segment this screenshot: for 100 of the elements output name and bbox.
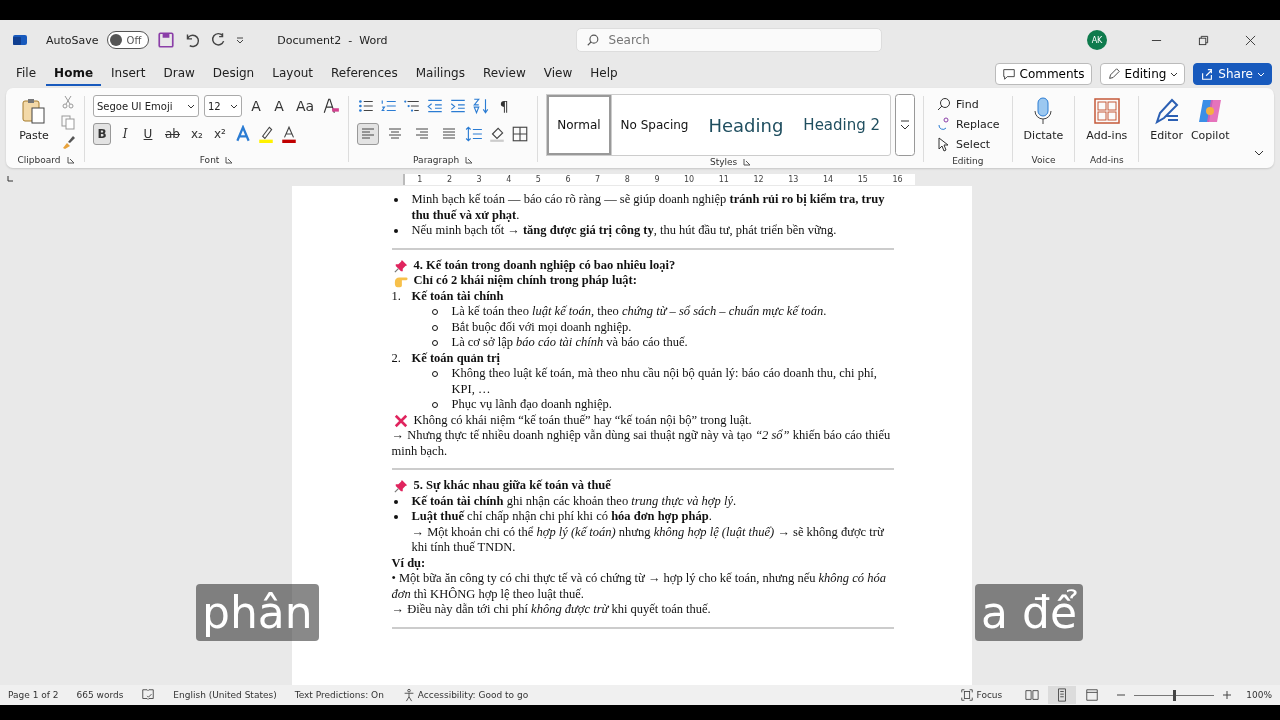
caret-icon (230, 102, 238, 110)
caret-icon (187, 102, 195, 110)
font-size-field[interactable]: 12 (204, 95, 242, 117)
tab-selector-icon[interactable] (6, 175, 14, 183)
line-spacing-icon[interactable] (465, 125, 484, 143)
increase-indent-icon[interactable] (449, 97, 468, 115)
font-size-button[interactable]: A (247, 95, 265, 117)
view-button[interactable] (1048, 686, 1077, 704)
format-button[interactable]: B (93, 123, 111, 145)
shading-icon[interactable] (488, 125, 507, 143)
ruler-number: 14 (822, 174, 834, 184)
share-button[interactable]: Share (1193, 63, 1272, 85)
menu-tab[interactable]: Mailings (407, 62, 473, 86)
gallery-more-icon[interactable] (895, 94, 916, 156)
dialog-launcher-icon[interactable] (743, 158, 752, 166)
bullet-marker (393, 499, 398, 504)
zoom-level[interactable]: 100% (1246, 690, 1272, 700)
show-formatting-button[interactable]: ¶ (495, 95, 514, 117)
book-check-icon[interactable] (141, 688, 156, 702)
search-icon (936, 96, 953, 112)
search-icon (585, 33, 600, 47)
restore-icon[interactable] (1198, 34, 1209, 46)
menu-tab[interactable]: View (535, 62, 581, 86)
user-avatar[interactable]: AK (1087, 30, 1107, 50)
tool-button[interactable]: Copilot (1187, 94, 1233, 144)
text-effects-icon[interactable] (234, 125, 252, 143)
style-option[interactable]: Normal (547, 95, 611, 155)
menu-tab[interactable]: References (323, 62, 406, 86)
bullet-list-icon[interactable] (357, 97, 376, 115)
font-size-button[interactable]: A (270, 95, 288, 117)
select-button[interactable]: Select (932, 134, 995, 154)
add-ins-button[interactable]: Add-ins (1083, 94, 1131, 144)
paintbrush-icon[interactable] (60, 134, 76, 150)
dictate-button[interactable]: Dictate (1020, 94, 1067, 144)
paste-button[interactable]: Paste (16, 94, 52, 144)
focus-button[interactable]: Focus (953, 687, 1009, 703)
menu-tab[interactable]: Help (582, 62, 626, 86)
style-option[interactable]: Heading 2 (793, 95, 891, 155)
find-button[interactable]: Find (932, 94, 983, 114)
format-button[interactable]: x₂ (188, 123, 206, 145)
ruler-number: 3 (476, 174, 482, 184)
menu-tab[interactable]: Insert (103, 62, 154, 86)
search-field[interactable]: Search (575, 28, 882, 52)
autosave-toggle[interactable]: Off (106, 31, 150, 49)
word-count[interactable]: 665 words (76, 690, 124, 700)
menu-tab[interactable]: Layout (264, 62, 322, 86)
dialog-launcher-icon[interactable] (225, 156, 234, 164)
comments-button[interactable]: Comments (994, 63, 1092, 85)
web-page-icon (1085, 688, 1100, 702)
ruler-number: 2 (446, 174, 452, 184)
video-subtitle: a để (975, 583, 1083, 641)
font-color-icon[interactable] (280, 125, 298, 143)
dialog-launcher-icon[interactable] (66, 156, 75, 164)
collapse-ribbon-icon[interactable] (1254, 148, 1264, 158)
save-icon[interactable] (157, 31, 176, 49)
paragraph-text: → Điều này dẫn tới chi phí không được trừ khi quyết toán thuế. (391, 602, 712, 618)
editing-mode-button[interactable]: Editing (1099, 63, 1186, 85)
group-label: Font (199, 155, 220, 165)
sub-item-text: Không theo luật kế toán, mà theo nhu cầu nội bộ quản lý: báo cáo doanh thu, chi phí, KPI, … (451, 366, 878, 397)
page-count[interactable]: Page 1 of 2 (8, 690, 59, 700)
format-button[interactable]: x² (211, 123, 229, 145)
format-button[interactable]: ab (162, 123, 183, 145)
replace-button[interactable]: Replace (932, 114, 1004, 134)
menu-tab[interactable]: Review (474, 62, 534, 86)
font-name-field[interactable]: Segoe UI Emoji (93, 95, 199, 117)
decrease-indent-icon[interactable] (426, 97, 445, 115)
format-button[interactable]: I (116, 123, 134, 145)
format-button[interactable]: U (139, 123, 157, 145)
ruler-number: 13 (788, 174, 799, 184)
pushpin-icon (393, 479, 408, 493)
customize-caret-icon[interactable] (235, 35, 246, 45)
dialog-launcher-icon[interactable] (465, 156, 474, 164)
clear-formatting-icon[interactable] (322, 97, 341, 115)
menu-tab[interactable]: File (8, 62, 45, 86)
style-option[interactable]: No Spacing (610, 95, 699, 155)
accessibility-status[interactable]: Accessibility: Good to go (417, 690, 529, 700)
list-number: 1. (391, 288, 402, 304)
align-button[interactable] (357, 123, 380, 145)
list-item-text: Luật thuế chỉ chấp nhận chi phí khi có hóa đơn hợp pháp. (411, 509, 712, 525)
menu-tab[interactable]: Design (204, 62, 263, 86)
list-item-text: Kế toán quản trị (411, 350, 501, 366)
open-book-icon (1025, 688, 1040, 702)
menu-tab[interactable]: Home (46, 62, 102, 86)
sort-icon[interactable] (472, 97, 491, 115)
section-heading: Chỉ có 2 khái niệm chính trong pháp luật: (413, 273, 637, 289)
close-icon[interactable] (1245, 34, 1256, 46)
borders-icon[interactable] (511, 125, 530, 143)
language-indicator[interactable]: English (United States) (173, 690, 277, 700)
highlighter-icon[interactable] (257, 125, 275, 143)
zoom-in-icon[interactable] (1222, 690, 1233, 700)
menu-tab[interactable]: Draw (155, 62, 203, 86)
text-predictions-status[interactable]: Text Predictions: On (294, 690, 384, 700)
font-size-button[interactable]: Aa (293, 95, 318, 117)
style-option[interactable]: Heading (698, 95, 794, 155)
paragraph-text: • Một bữa ăn công ty có chi thực tế và có chứng từ → hợp lý cho kế toán, nhưng nếu không có hóa đơn thì KHÔNG hợp lệ theo luật thuế. (391, 571, 887, 602)
zoom-thumb[interactable] (1173, 689, 1177, 701)
pencil-icon (1106, 67, 1121, 81)
ruler-number: 15 (857, 174, 868, 184)
tool-button[interactable]: Editor (1147, 94, 1186, 144)
ruler-number: 16 (892, 174, 903, 184)
